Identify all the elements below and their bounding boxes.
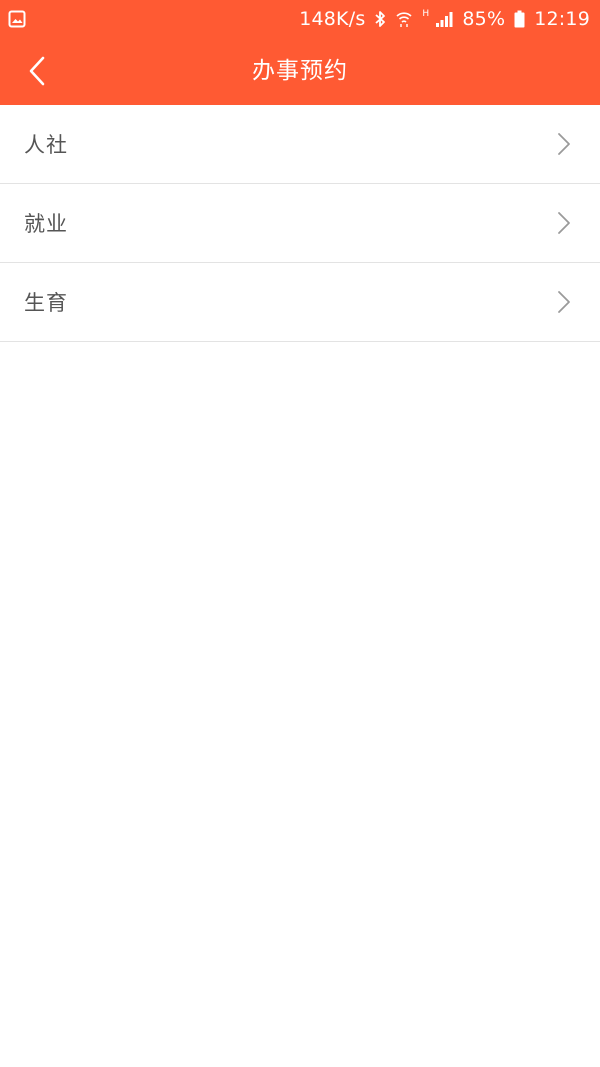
image-icon [8,10,26,28]
list-item-shengyu[interactable]: 生育 [0,263,600,342]
appointment-category-list: 人社 就业 生育 [0,105,600,342]
battery-icon [514,10,525,28]
chevron-right-icon [556,290,572,314]
list-item-label: 就业 [24,212,68,236]
list-item-renshe[interactable]: 人社 [0,105,600,184]
signal-icon [435,11,453,28]
list-item-jiuye[interactable]: 就业 [0,184,600,263]
bluetooth-icon [374,10,386,28]
list-item-label: 生育 [24,291,68,315]
battery-percent: 85% [462,8,506,30]
chevron-right-icon [556,211,572,235]
status-bar: 148K/s H 85% 12:19 [0,0,600,38]
app-screen: 148K/s H 85% 12:19 办事预约 人社 就业 生育 [0,0,600,1067]
network-type: H [422,9,430,19]
network-speed: 148K/s [299,8,366,30]
app-header: 办事预约 [0,38,600,105]
wifi-icon [395,10,413,28]
page-title: 办事预约 [252,58,348,84]
status-bar-left [8,10,26,28]
status-time: 12:19 [534,8,590,30]
chevron-right-icon [556,132,572,156]
status-bar-right: 148K/s H 85% 12:19 [299,8,590,30]
list-item-label: 人社 [24,133,68,157]
